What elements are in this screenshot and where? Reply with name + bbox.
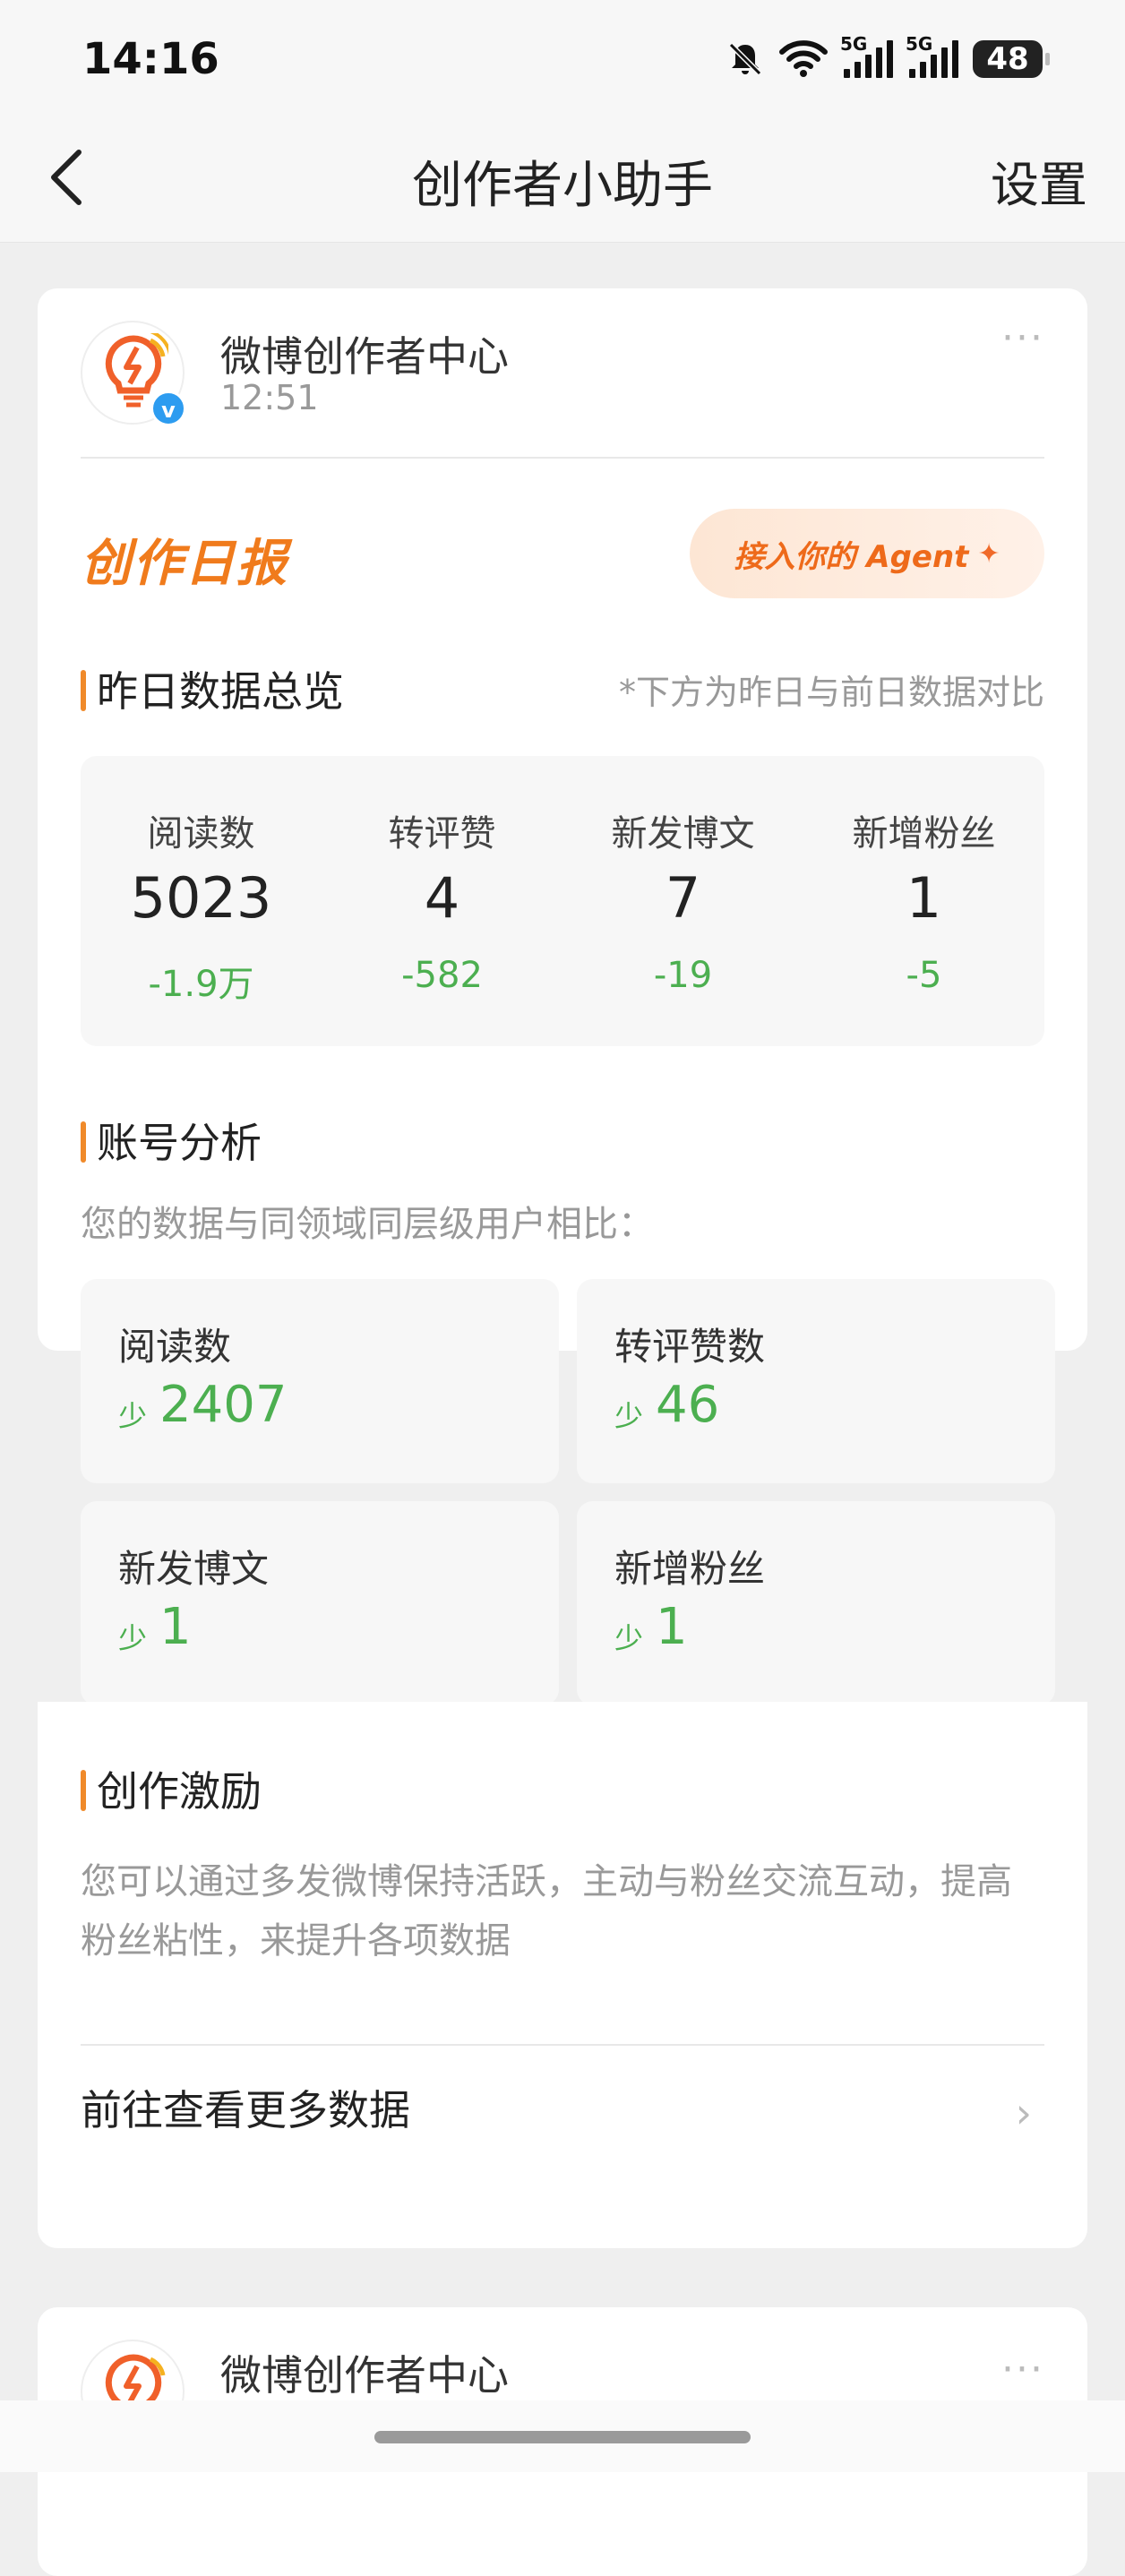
stat-diff: -1.9万 bbox=[148, 964, 254, 1005]
stat-new-fans: 新增粉丝 1 -5 bbox=[803, 756, 1044, 1046]
stat-value: 5023 bbox=[130, 865, 272, 931]
stat-label: 阅读数 bbox=[147, 813, 255, 854]
stat-new-posts: 新发博文 7 -19 bbox=[562, 756, 803, 1046]
status-icons: 5G 5G 48 bbox=[726, 33, 1050, 79]
analysis-new-fans: 新增粉丝 少 1 bbox=[577, 1501, 1055, 1705]
message-time: 12:51 bbox=[220, 378, 319, 417]
more-options-icon[interactable]: ··· bbox=[1001, 2347, 1044, 2392]
stat-diff: -19 bbox=[653, 955, 713, 996]
incentive-text: 您可以通过多发微博保持活跃，主动与粉丝交流互动，提高粉丝粘性，来提升各项数据 bbox=[81, 1861, 1012, 1962]
signal-icon-1: 5G bbox=[840, 33, 893, 78]
incentive-title: 创作激励 bbox=[81, 1759, 262, 1818]
sender-name[interactable]: 微博创作者中心 bbox=[220, 2343, 509, 2402]
analysis-value: 1 bbox=[656, 1598, 688, 1656]
analysis-tag: 少 bbox=[118, 1399, 148, 1433]
analysis-value: 46 bbox=[656, 1376, 720, 1434]
overview-stats: 阅读数 5023 -1.9万 转评赞 4 -582 新发博文 7 -19 新增粉… bbox=[81, 756, 1044, 1046]
stat-value: 1 bbox=[906, 865, 942, 931]
verified-badge-icon: v bbox=[150, 391, 186, 426]
stat-value: 7 bbox=[665, 865, 701, 931]
report-title: 创作日报 bbox=[81, 535, 288, 593]
stat-label: 转评赞 bbox=[388, 813, 496, 854]
clock: 14:16 bbox=[82, 34, 219, 84]
stat-interactions: 转评赞 4 -582 bbox=[322, 756, 562, 1046]
status-bar: 14:16 5G 5G 48 bbox=[0, 0, 1125, 116]
daily-report-card-lower: 创作激励 您可以通过多发微博保持活跃，主动与粉丝交流互动，提高粉丝粘性，来提升各… bbox=[38, 1702, 1087, 2248]
connect-agent-label: 接入你的 Agent bbox=[734, 538, 969, 575]
analysis-tag: 少 bbox=[614, 1399, 644, 1433]
home-indicator[interactable] bbox=[374, 2431, 751, 2443]
analysis-label: 转评赞数 bbox=[614, 1325, 766, 1369]
daily-report-card: v 微博创作者中心 12:51 ··· 创作日报 接入你的 Agent ✦ 昨日… bbox=[38, 288, 1087, 1705]
analysis-value: 2407 bbox=[159, 1376, 288, 1434]
signal-icon-2: 5G bbox=[906, 33, 958, 78]
stat-value: 4 bbox=[424, 865, 460, 931]
analysis-tag: 少 bbox=[614, 1621, 644, 1655]
stat-diff: -582 bbox=[401, 955, 483, 996]
analysis-subtitle: 您的数据与同领域同层级用户相比： bbox=[81, 1204, 654, 1245]
more-options-icon[interactable]: ··· bbox=[1001, 315, 1044, 361]
stat-label: 新增粉丝 bbox=[852, 813, 996, 854]
overview-title: 昨日数据总览 bbox=[81, 659, 344, 718]
stat-diff: -5 bbox=[906, 955, 942, 996]
sender-name[interactable]: 微博创作者中心 bbox=[220, 324, 509, 383]
divider bbox=[81, 2044, 1044, 2046]
analysis-new-posts: 新发博文 少 1 bbox=[81, 1501, 559, 1705]
analysis-read: 阅读数 少 2407 bbox=[81, 1279, 559, 1483]
chevron-right-icon: › bbox=[1015, 2089, 1032, 2137]
sparkle-icon: ✦ bbox=[977, 537, 1000, 570]
wifi-icon bbox=[779, 40, 828, 77]
analysis-title: 账号分析 bbox=[81, 1111, 262, 1170]
mute-bell-icon bbox=[728, 42, 762, 76]
analysis-label: 新增粉丝 bbox=[614, 1547, 766, 1591]
stat-read: 阅读数 5023 -1.9万 bbox=[81, 756, 322, 1046]
overview-note: *下方为昨日与前日数据对比 bbox=[618, 673, 1044, 712]
more-data-label: 前往查看更多数据 bbox=[81, 2086, 410, 2134]
divider bbox=[81, 457, 1044, 459]
analysis-label: 阅读数 bbox=[118, 1325, 232, 1369]
nav-bar: 创作者小助手 设置 bbox=[0, 116, 1125, 243]
analysis-tag: 少 bbox=[118, 1621, 148, 1655]
stat-label: 新发博文 bbox=[611, 813, 755, 854]
connect-agent-button[interactable]: 接入你的 Agent ✦ bbox=[690, 509, 1044, 598]
analysis-interactions: 转评赞数 少 46 bbox=[577, 1279, 1055, 1483]
settings-button[interactable]: 设置 bbox=[991, 145, 1087, 216]
more-data-link[interactable]: 前往查看更多数据 › bbox=[81, 2048, 1044, 2173]
battery-icon: 48 bbox=[973, 40, 1050, 78]
page-title: 创作者小助手 bbox=[412, 157, 713, 215]
analysis-label: 新发博文 bbox=[118, 1547, 270, 1591]
analysis-value: 1 bbox=[159, 1598, 192, 1656]
avatar[interactable]: v bbox=[81, 321, 186, 426]
